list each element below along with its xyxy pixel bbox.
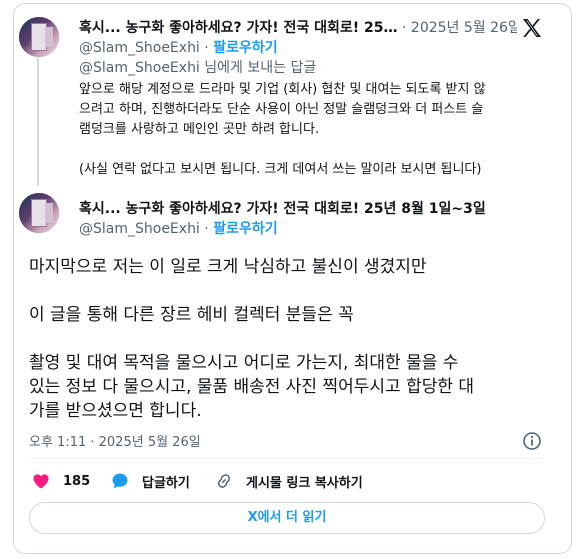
post-date[interactable]: 2025년 5월 26일: [411, 20, 517, 36]
handle[interactable]: @Slam_ShoeExhi: [79, 221, 200, 237]
post-timestamp[interactable]: 오후 1:11 · 2025년 5월 26일: [29, 431, 201, 450]
follow-button[interactable]: 팔로우하기: [213, 40, 277, 56]
body-line: [29, 279, 554, 303]
avatar[interactable]: [19, 193, 59, 233]
reply-bubble-icon: [112, 473, 128, 489]
copy-link-label: 게시물 링크 복사하기: [246, 475, 363, 491]
read-more-on-x-button[interactable]: X에서 더 읽기: [29, 502, 545, 534]
body-line: 있는 정보 다 물으시고, 물품 배송전 사진 찍어두시고 합당한 대: [29, 377, 475, 397]
body-line: 촬영 및 대여 목적을 물으시고 어디로 가는지, 최대한 물을 수: [29, 353, 459, 373]
copy-link-button[interactable]: 게시물 링크 복사하기: [214, 470, 363, 492]
body-line: [29, 327, 554, 351]
x-logo-icon[interactable]: [520, 16, 544, 40]
link-icon: [217, 474, 231, 488]
thread-connector-line: [37, 58, 39, 186]
heart-icon: [33, 474, 49, 489]
body-line: 이 글을 통해 다른 장르 헤비 컬렉터 분들은 꼭: [29, 305, 354, 325]
separator: ·: [402, 20, 407, 36]
tweet-body: 마지막으로 저는 이 일로 크게 낙심하고 불신이 생겼지만 이 글을 통해 다…: [29, 255, 554, 423]
divider: [29, 458, 543, 459]
separator: ·: [204, 40, 209, 56]
reply-to-handle[interactable]: @Slam_ShoeExhi: [79, 60, 200, 76]
reply-button[interactable]: 답글하기: [110, 470, 190, 492]
body-line: 가를 받으셨으면 합니다.: [29, 401, 202, 421]
separator: ·: [204, 221, 209, 237]
like-count: 185: [63, 473, 91, 489]
follow-button[interactable]: 팔로우하기: [213, 221, 277, 237]
body-line: [79, 140, 539, 160]
body-line: 앞으로 해당 계정으로 드라마 및 기업 (회사) 협찬 및 대여는 되도록 받…: [79, 82, 486, 97]
info-icon[interactable]: [522, 431, 542, 451]
display-name[interactable]: 혹시... 농구화 좋아하세요? 가자! 전국 대회로! 25년 8월 1일~3…: [79, 201, 486, 217]
body-line: 마지막으로 저는 이 일로 크게 낙심하고 불신이 생겼지만: [29, 257, 427, 277]
reply-to-label: 님에게 보내는 답글: [199, 60, 317, 76]
display-name[interactable]: 혹시... 농구화 좋아하세요? 가자! 전국 대회로! 25…: [79, 20, 398, 36]
tweet-body: 앞으로 해당 계정으로 드라마 및 기업 (회사) 협찬 및 대여는 되도록 받…: [79, 80, 539, 180]
avatar[interactable]: [19, 17, 59, 57]
reply-label: 답글하기: [142, 475, 190, 491]
body-line: 램덩크를 사랑하고 메인인 곳만 하려 합니다.: [79, 122, 320, 137]
body-line: 으려고 하며, 진행하더라도 단순 사용이 아닌 정말 슬램덩크와 더 퍼스트 …: [79, 102, 484, 117]
like-button[interactable]: 185: [31, 470, 90, 492]
handle[interactable]: @Slam_ShoeExhi: [79, 40, 200, 56]
body-line: (사실 연락 없다고 보시면 됩니다. 크게 데여서 쓰는 말이라 보시면 됩니…: [79, 162, 482, 177]
